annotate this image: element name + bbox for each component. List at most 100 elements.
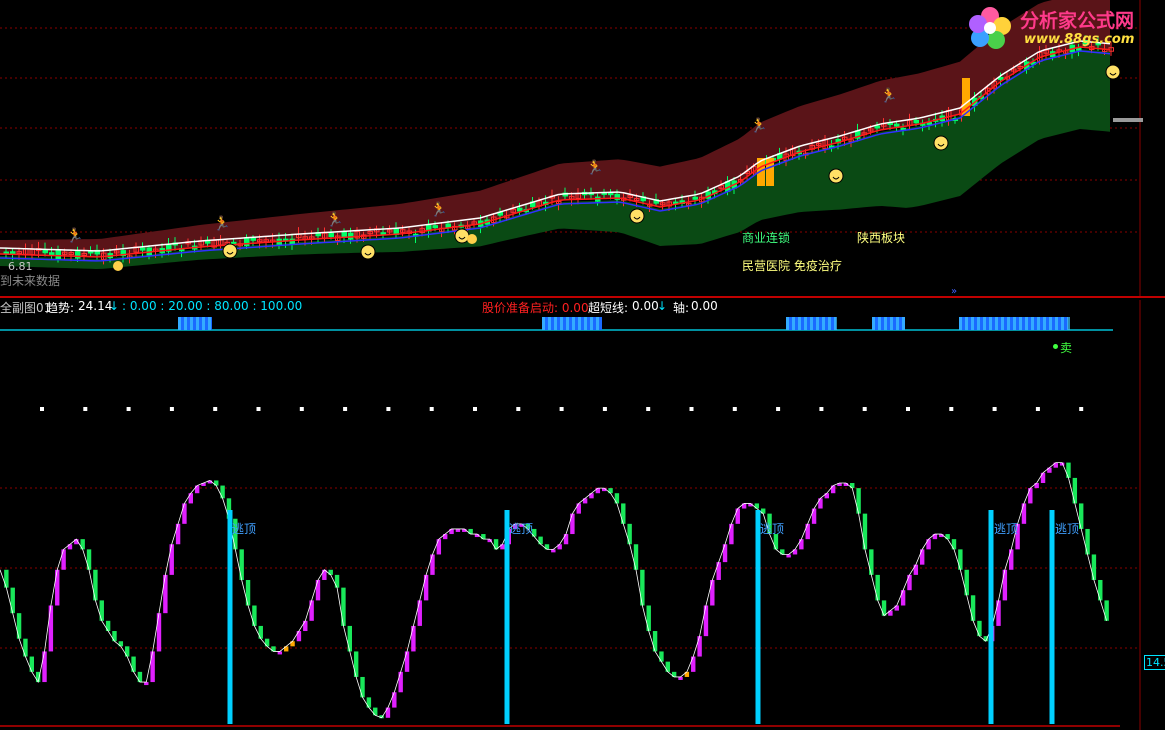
signal-stripe	[872, 317, 875, 330]
osc-bar	[913, 564, 919, 575]
osc-bar	[315, 579, 321, 601]
signal-stripe	[184, 317, 187, 330]
osc-bar	[1079, 503, 1084, 529]
signal-stripe	[828, 317, 831, 330]
osc-bar	[169, 544, 174, 575]
smiley-icon	[360, 244, 376, 260]
osc-bar	[360, 676, 365, 698]
osc-bar	[881, 600, 887, 616]
signal-stripe	[1043, 317, 1046, 330]
osc-bar	[156, 613, 162, 652]
signal-stripe	[810, 317, 813, 330]
osc-bar	[309, 600, 314, 621]
signal-stripe	[596, 317, 599, 330]
escape-line	[1049, 510, 1055, 724]
osc-bar	[811, 508, 817, 524]
smiley-icon	[828, 168, 844, 184]
future-data-label: 到未来数据	[0, 274, 61, 288]
smiley-icon	[933, 135, 949, 151]
signal-stripe	[584, 317, 587, 330]
super-short-arrow-icon: ↓	[657, 299, 668, 313]
osc-bar	[182, 503, 187, 524]
smiley-icon	[222, 243, 238, 259]
osc-bar	[220, 485, 225, 499]
runner-icon: 🏃	[213, 215, 230, 232]
signal-stripe	[1061, 317, 1064, 330]
signal-stripe	[560, 317, 563, 330]
candle-body	[445, 223, 451, 228]
level-80-dot	[646, 407, 651, 411]
osc-bar	[175, 523, 181, 545]
osc-bar	[926, 539, 931, 550]
signal-stripe	[1019, 317, 1022, 330]
osc-bar	[258, 625, 263, 639]
super-short-label: 超短线:	[588, 301, 629, 315]
right-axis-value: 14.5	[1144, 655, 1165, 670]
signal-stripe	[1055, 317, 1058, 330]
osc-bar	[538, 536, 543, 545]
level-80-dot	[213, 407, 218, 411]
osc-bar	[398, 671, 403, 693]
signal-stripe	[902, 317, 905, 330]
signal-stripe	[202, 317, 205, 330]
money-bag-icon	[467, 234, 477, 244]
osc-bar	[341, 587, 346, 626]
runner-icon: 🏃	[430, 201, 447, 218]
money-bag-icon	[113, 261, 123, 271]
osc-bar	[125, 646, 130, 657]
osc-bar	[786, 554, 791, 558]
trend-value: 24.14	[78, 299, 113, 313]
escape-label-1: 逃顶	[232, 522, 257, 536]
signal-stripe	[572, 317, 575, 330]
osc-bar	[729, 523, 734, 545]
logo-url[interactable]: www.88gs.com	[1024, 32, 1134, 47]
candle-body	[432, 225, 438, 229]
escape-label-5: 逃顶	[1055, 522, 1080, 536]
level-80-dot	[83, 407, 88, 411]
sell-dot-icon	[1053, 344, 1058, 349]
osc-bar	[1098, 579, 1103, 601]
osc-bar	[869, 549, 874, 575]
runner-icon: 🏃	[66, 227, 83, 244]
smiley-icon	[1105, 64, 1121, 80]
signal-stripe	[1025, 317, 1028, 330]
osc-bar	[1066, 462, 1071, 478]
runner-icon: 🏃	[880, 87, 897, 104]
signal-stripe	[190, 317, 193, 330]
osc-bar	[392, 692, 397, 708]
sector-label-3: 民营医院 免疫治疗	[742, 259, 842, 273]
osc-bar	[353, 651, 359, 677]
signal-stripe	[590, 317, 593, 330]
osc-bar	[264, 638, 270, 647]
osc-bar	[697, 636, 702, 657]
level-80-dot	[819, 407, 824, 411]
level-80-dot	[343, 407, 348, 411]
signal-stripe	[995, 317, 998, 330]
level-80-dot	[169, 407, 174, 411]
osc-bar	[194, 485, 200, 494]
osc-bar	[716, 562, 721, 580]
osc-bar	[10, 587, 15, 614]
sector-label-2: 陕西板块	[857, 231, 906, 245]
nav-arrows-icon[interactable]: »	[951, 286, 957, 297]
osc-bar	[856, 488, 861, 514]
osc-bar	[659, 651, 664, 662]
osc-bar	[23, 638, 28, 657]
osc-bar	[1085, 528, 1090, 555]
main-band	[0, 0, 1110, 269]
candle-body	[55, 249, 61, 260]
level-80-dot	[429, 407, 434, 411]
osc-bar	[105, 620, 111, 632]
osc-bar	[640, 569, 645, 606]
signal-stripe	[554, 317, 557, 330]
signal-stripe	[566, 317, 569, 330]
level-80-dot	[906, 407, 910, 411]
level-80-dot	[732, 407, 737, 411]
osc-bar	[652, 631, 658, 652]
osc-bar	[385, 707, 391, 718]
signal-stripe	[971, 317, 974, 330]
osc-bar	[805, 523, 810, 540]
candle-body	[341, 231, 347, 238]
osc-bar	[551, 549, 556, 553]
osc-bar	[86, 549, 92, 570]
